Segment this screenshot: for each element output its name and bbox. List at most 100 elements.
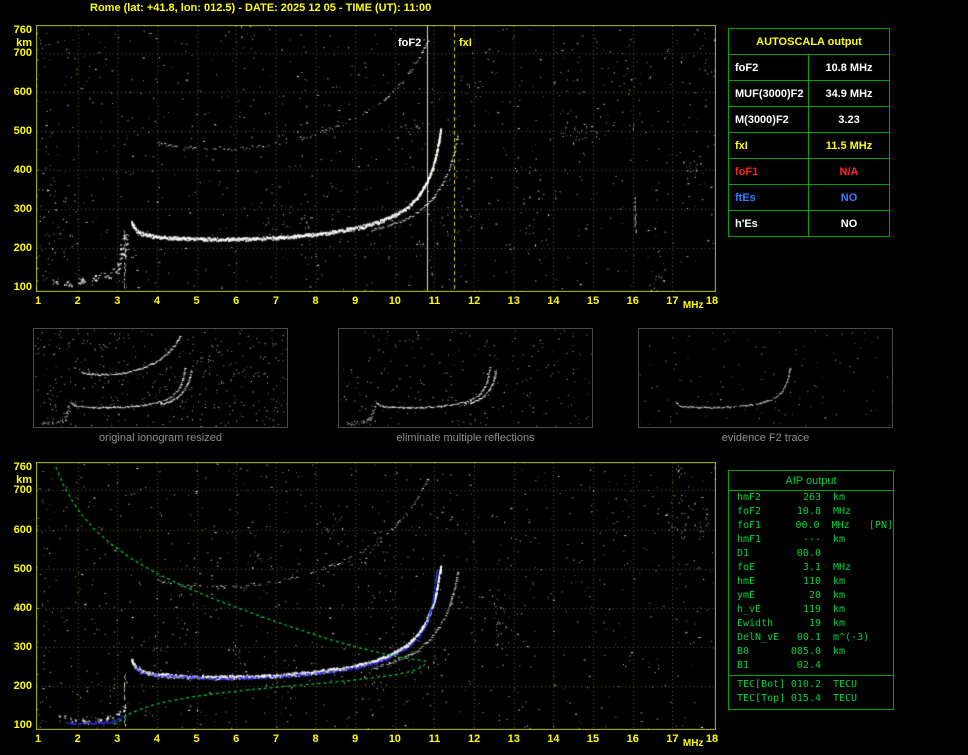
autoscala-row: fxI11.5 MHz [729,132,889,158]
x-axis-unit-label: MHz [680,738,706,750]
aip-extra [871,692,893,706]
y-tick-label: 100 [0,719,32,731]
aip-value: 3.1 [787,561,821,575]
aip-extra [871,617,893,631]
x-tick-label: 15 [583,733,603,745]
aip-output-body: hmF2263kmfoF210.8MHzfoF100.0MHz[PN]hmF1-… [729,491,893,706]
aip-row: TEC[Bot]010.2TECU [729,678,893,692]
x-axis-unit-label: MHz [680,300,706,312]
autoscala-row: M(3000)F23.23 [729,106,889,132]
thumbnail-original-ionogram [33,328,288,428]
aip-value: 119 [787,603,821,617]
x-tick-label: 8 [306,733,326,745]
ionogram-plot-top [36,25,716,292]
y-tick-label: 500 [0,125,32,137]
autoscala-row-label: fxI [729,133,809,158]
x-tick-label: 3 [107,733,127,745]
autoscala-row-value: 3.23 [809,107,889,132]
autoscala-row: foF210.8 MHz [729,54,889,80]
autoscala-row-value: NO [809,211,889,236]
autoscala-row-label: foF1 [729,159,809,184]
aip-extra [871,631,893,645]
aip-extra [871,575,893,589]
aip-value: 10.8 [787,505,821,519]
x-tick-label: 10 [385,295,405,307]
x-tick-label: 11 [424,295,444,307]
aip-unit: km [833,575,871,589]
y-axis-unit-label: km [0,474,32,486]
x-tick-label: 12 [464,295,484,307]
aip-row: hmF1---km [729,533,893,547]
aip-value: 00.1 [787,631,821,645]
thumbnail-caption-f2trace: evidence F2 trace [638,432,893,444]
aip-extra [871,491,893,505]
x-tick-label: 5 [187,733,207,745]
y-tick-label: 400 [0,164,32,176]
x-tick-label: 1 [28,295,48,307]
aip-unit: TECU [833,678,871,692]
ionogram-canvas-bottom [36,462,716,730]
thumbnail-f2-trace-evidence [638,328,893,428]
autoscala-row-value: N/A [809,159,889,184]
aip-name: DelN_vE [729,631,787,645]
thumbnail-caption-reflections: eliminate multiple reflections [338,432,593,444]
aip-name: TEC[Bot] [729,678,787,692]
y-tick-label: 200 [0,242,32,254]
aip-name: D1 [729,547,787,561]
aip-name: hmF1 [729,533,787,547]
x-tick-label: 9 [345,733,365,745]
y-tick-label: 200 [0,680,32,692]
aip-output-title: AIP output [729,471,893,491]
aip-row: D100.0 [729,547,893,561]
autoscala-output-table: AUTOSCALA output foF210.8 MHzMUF(3000)F2… [728,28,890,237]
x-tick-label: 4 [147,295,167,307]
x-tick-label: 15 [583,295,603,307]
aip-extra [871,505,893,519]
autoscala-row-label: ftEs [729,185,809,210]
thumbnail-canvas-f2trace [639,329,892,427]
x-tick-label: 13 [504,295,524,307]
aip-row: foF210.8MHz [729,505,893,519]
aip-unit: km [833,617,871,631]
aip-extra: [PN] [869,519,893,533]
aip-row: ymE20 km [729,589,893,603]
y-tick-label: 300 [0,203,32,215]
thumbnail-canvas-reflections [339,329,592,427]
aip-unit: km [833,645,871,659]
aip-value: --- [787,533,821,547]
autoscala-row-value: 10.8 MHz [809,55,889,80]
aip-name: ymE [729,589,787,603]
ionogram-plot-bottom [36,462,716,730]
aip-row: foE3.1MHz [729,561,893,575]
aip-extra [871,678,893,692]
x-tick-label: 1 [28,733,48,745]
aip-name: Ewidth [729,617,787,631]
x-tick-label: 10 [385,733,405,745]
aip-name: hmE [729,575,787,589]
aip-unit: m^(-3) [833,631,871,645]
aip-unit: km [833,589,871,603]
autoscala-row: h'EsNO [729,210,889,236]
y-axis-unit-label: km [0,37,32,49]
autoscala-row: ftEsNO [729,184,889,210]
aip-unit: MHz [833,561,871,575]
x-tick-label: 3 [107,295,127,307]
autoscala-output-title: AUTOSCALA output [729,29,889,54]
aip-value: 00.0 [786,519,819,533]
aip-extra [871,603,893,617]
x-tick-label: 8 [306,295,326,307]
autoscala-row: foF1N/A [729,158,889,184]
y-tick-label: 700 [0,484,32,496]
y-tick-label: 760 [0,461,32,473]
aip-value: 20 [787,589,821,603]
x-tick-label: 11 [424,733,444,745]
autoscala-row-label: MUF(3000)F2 [729,81,809,106]
fof2-marker-label: foF2 [396,37,423,50]
y-tick-label: 400 [0,602,32,614]
x-tick-label: 4 [147,733,167,745]
ionogram-canvas-top [36,25,716,292]
x-tick-label: 7 [266,295,286,307]
aip-extra [871,547,893,561]
aip-value: 00.0 [787,547,821,561]
autoscala-row: MUF(3000)F234.9 MHz [729,80,889,106]
